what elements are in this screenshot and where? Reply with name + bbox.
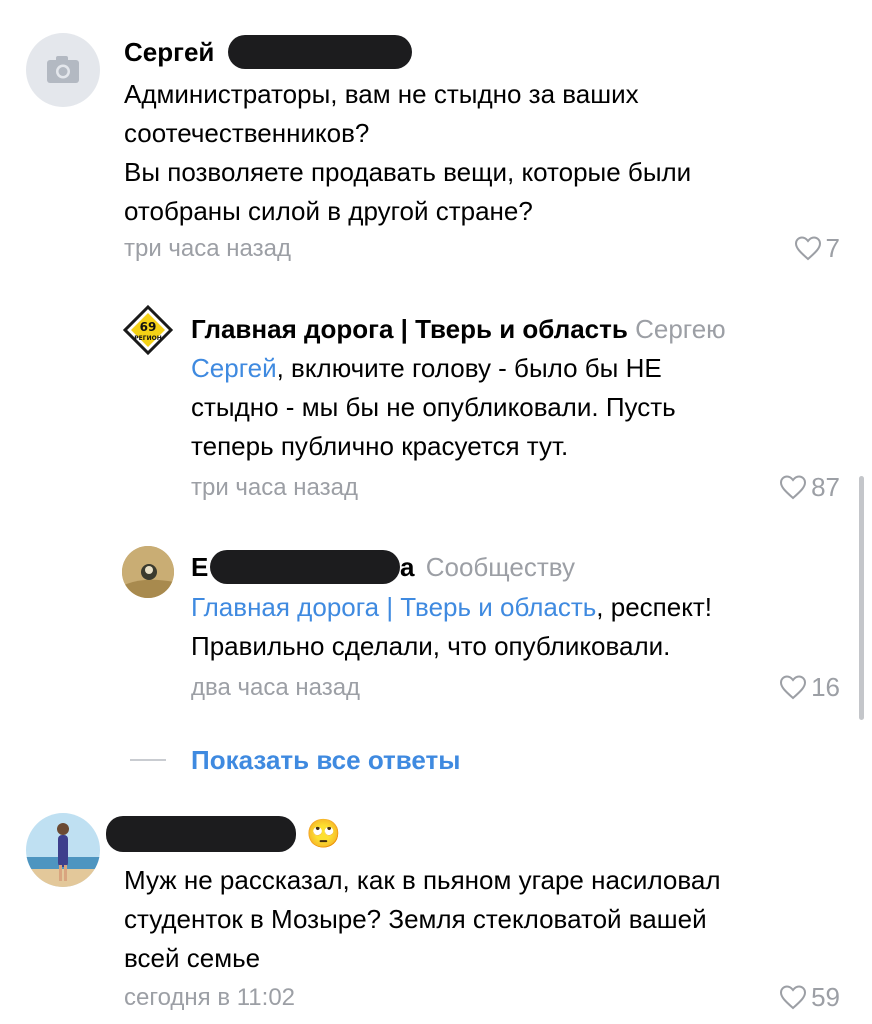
like-count: 16 — [811, 672, 840, 702]
reply-to[interactable]: Сергею — [635, 314, 726, 344]
reply: 69 РЕГИОН Главная дорога | Тверь и облас… — [0, 300, 872, 510]
divider — [130, 759, 166, 761]
heart-icon — [780, 985, 807, 1010]
reply-text: Сергей, включите голову - было бы НЕ сты… — [191, 353, 676, 461]
author-name[interactable]: Главная дорога | Тверь и область Сергею — [191, 314, 726, 344]
like-button[interactable]: 16 — [779, 673, 840, 701]
heart-icon — [780, 475, 807, 500]
avatar[interactable] — [122, 546, 174, 598]
comment-text: Муж не рассказал, как в пьяном угаре нас… — [124, 865, 721, 973]
name-emoji: 🙄 — [306, 818, 341, 849]
like-count: 7 — [825, 233, 840, 263]
camera-icon — [47, 56, 79, 83]
like-count: 87 — [811, 472, 840, 502]
comment: Сергей Администраторы, вам не стыдно за … — [0, 0, 872, 280]
like-button[interactable]: 87 — [779, 473, 840, 501]
avatar[interactable] — [26, 33, 100, 107]
community-logo[interactable]: 69 РЕГИОН — [122, 304, 174, 356]
scrollbar[interactable] — [859, 476, 864, 720]
redacted-name — [228, 35, 412, 69]
author-name[interactable]: Е — [191, 552, 208, 582]
like-count: 59 — [811, 982, 840, 1012]
redacted-name — [210, 550, 400, 584]
logo-subtext: РЕГИОН — [134, 335, 161, 342]
user-photo-icon — [26, 813, 100, 887]
comment-text: Администраторы, вам не стыдно за ваших с… — [124, 79, 692, 226]
mention-link[interactable]: Сергей — [191, 353, 277, 383]
comment-time[interactable]: сегодня в 11:02 — [124, 984, 295, 1012]
author-name-end: а Сообществу — [400, 552, 575, 582]
comment-time[interactable]: три часа назад — [124, 235, 291, 263]
heart-icon — [794, 236, 821, 261]
road-sign-icon: 69 РЕГИОН — [122, 304, 174, 356]
comment: 🙄 Муж не рассказал, как в пьяном угаре н… — [0, 800, 872, 1024]
mention-link[interactable]: Главная дорога | Тверь и область — [191, 592, 596, 622]
reply: Е а Сообществу Главная дорога | Тверь и … — [0, 540, 872, 720]
redacted-name — [106, 816, 296, 852]
author-name[interactable]: Сергей — [124, 37, 214, 67]
reply-text: Главная дорога | Тверь и область, респек… — [191, 592, 712, 661]
show-all-replies-button[interactable]: Показать все ответы — [191, 745, 460, 776]
reply-to[interactable]: Сообществу — [426, 552, 575, 582]
like-button[interactable]: 7 — [794, 234, 840, 262]
reply-time[interactable]: два часа назад — [191, 674, 360, 702]
reply-time[interactable]: три часа назад — [191, 474, 358, 502]
like-button[interactable]: 59 — [779, 983, 840, 1011]
show-all-replies-row: Показать все ответы — [0, 740, 872, 780]
user-photo-icon — [122, 546, 174, 598]
heart-icon — [780, 675, 807, 700]
logo-number: 69 — [140, 320, 157, 334]
avatar[interactable] — [26, 813, 100, 887]
